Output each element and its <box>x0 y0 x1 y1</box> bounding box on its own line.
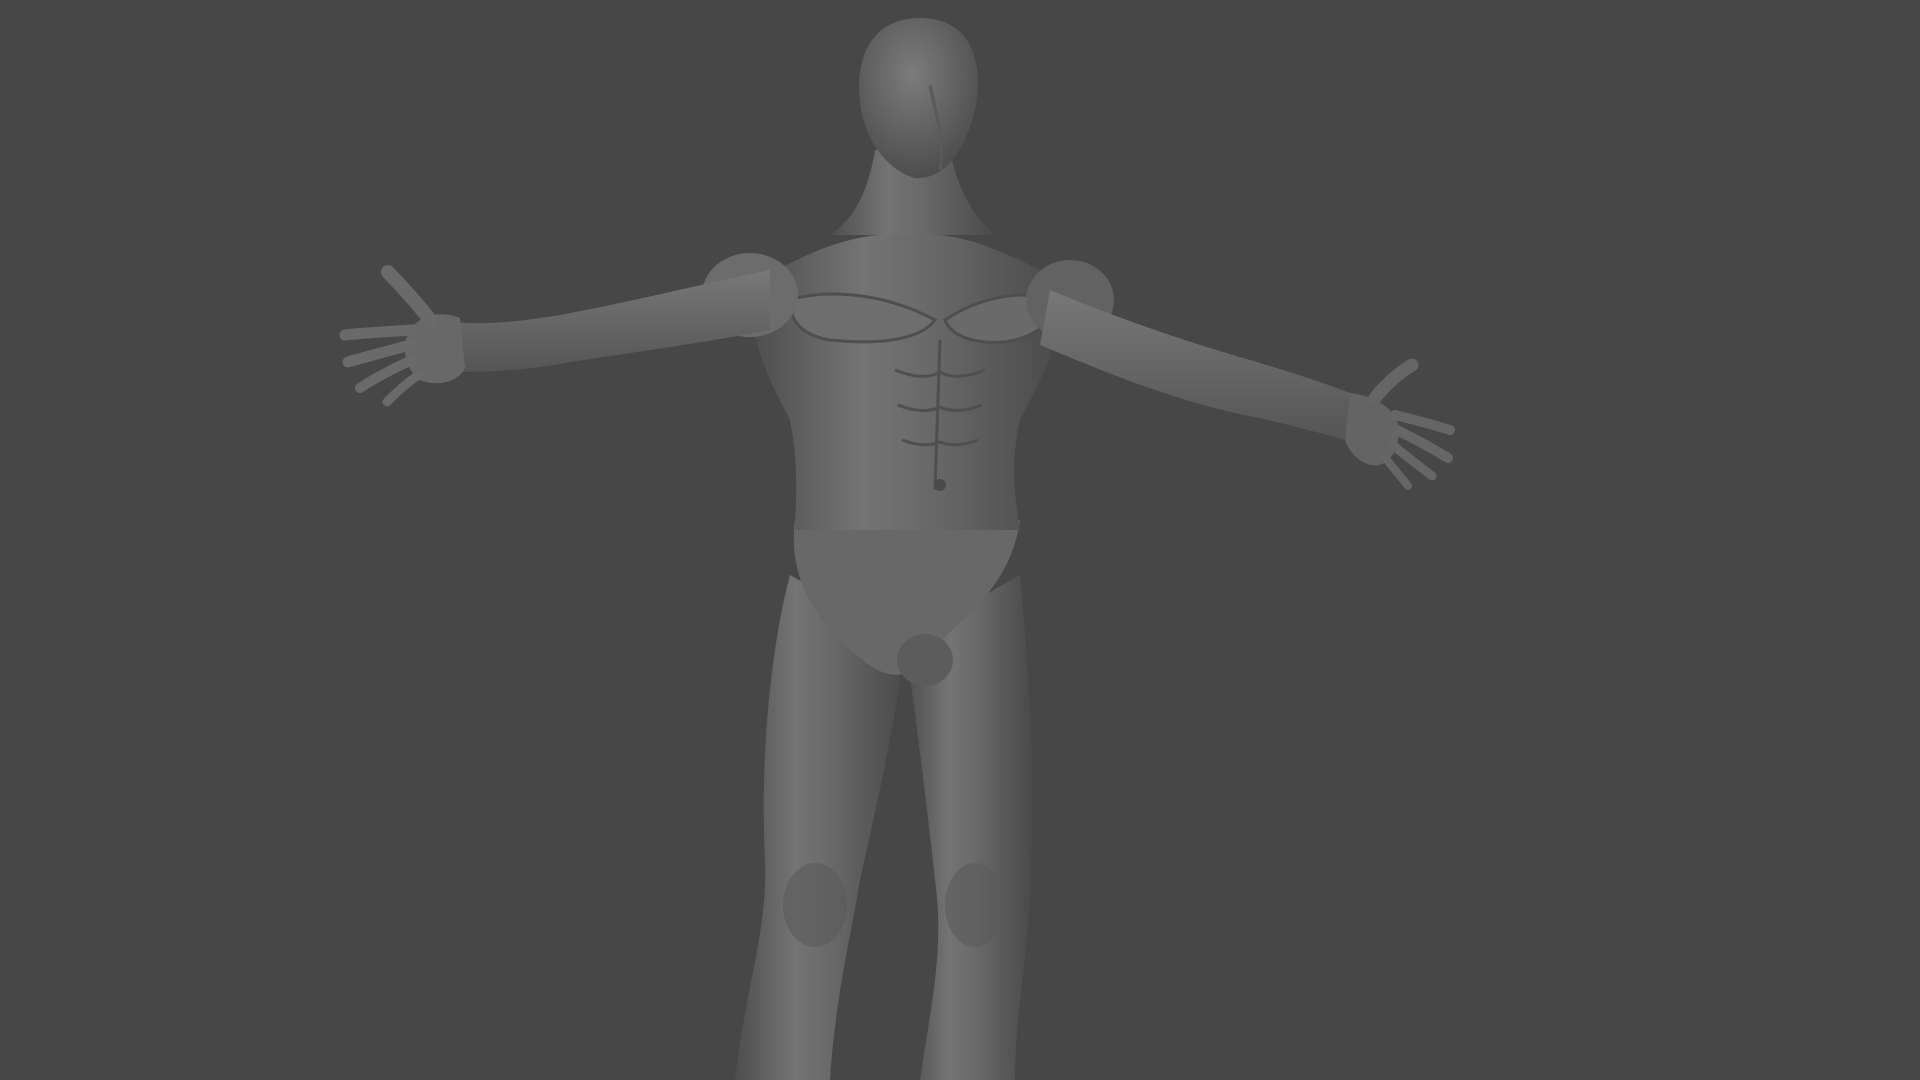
viewport-canvas[interactable] <box>0 0 1920 1080</box>
navel <box>934 479 946 491</box>
right-knee <box>945 863 1005 947</box>
left-knee <box>783 863 847 947</box>
3d-viewport[interactable] <box>0 0 1920 1080</box>
groin <box>897 634 953 686</box>
